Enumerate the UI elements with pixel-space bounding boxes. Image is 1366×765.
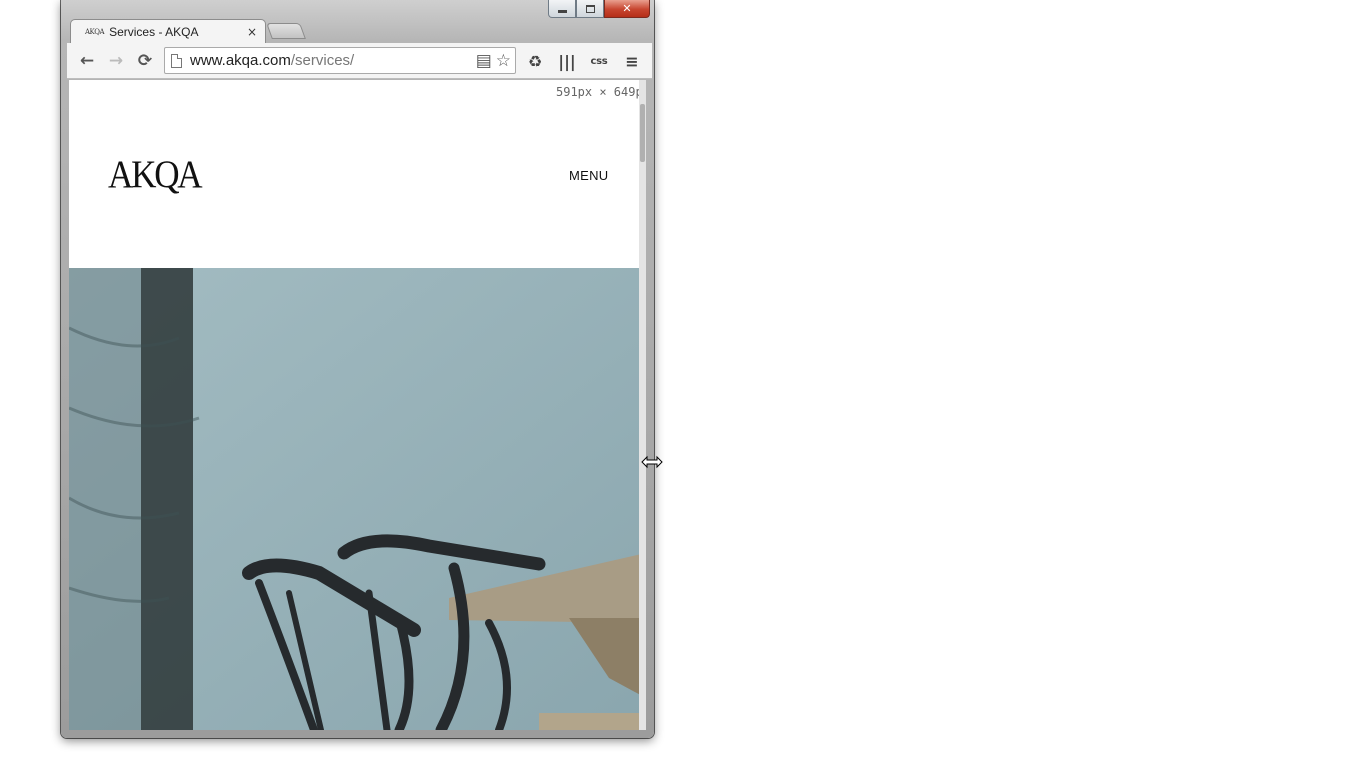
table-bench xyxy=(539,713,646,730)
minimize-icon xyxy=(557,10,567,13)
forward-arrow-icon: → xyxy=(108,51,124,71)
hero-pillar xyxy=(141,268,193,730)
columns-extension-button[interactable]: ||| xyxy=(556,49,578,73)
reader-mode-icon[interactable]: ▤ xyxy=(476,51,492,71)
viewport-size-readout: 591px × 649p xyxy=(556,85,643,99)
url-host: www.akqa.com xyxy=(190,52,291,69)
maximize-icon xyxy=(585,4,595,13)
menu-button[interactable]: MENU xyxy=(569,168,608,183)
akqa-favicon-icon: AKQA xyxy=(85,28,105,36)
new-tab-button[interactable] xyxy=(266,23,306,39)
window-controls: ✕ xyxy=(548,0,650,19)
akqa-logo[interactable]: AKQA xyxy=(108,152,203,197)
browser-toolbar: ← → ⟳ www.akqa.com/services/ ▤ ☆ ♻ ||| c… xyxy=(67,43,652,79)
url-path: /services/ xyxy=(290,52,355,69)
hamburger-menu-icon: ≡ xyxy=(625,51,639,71)
close-window-button[interactable]: ✕ xyxy=(604,0,650,18)
tab-title: Services - AKQA xyxy=(109,25,199,39)
browser-tab[interactable]: AKQA Services - AKQA × xyxy=(70,19,266,44)
omnibox-actions: ▤ ☆ xyxy=(476,51,511,71)
recycle-extension-button[interactable]: ♻ xyxy=(524,49,546,73)
back-arrow-icon: ← xyxy=(79,51,95,71)
recycle-icon: ♻ xyxy=(527,51,543,71)
columns-icon: ||| xyxy=(558,51,576,71)
bookmark-star-icon[interactable]: ☆ xyxy=(496,51,511,71)
tab-close-icon[interactable]: × xyxy=(247,25,257,39)
hero-image xyxy=(69,268,646,730)
browser-window: ✕ AKQA Services - AKQA × ← → ⟳ www.akqa.… xyxy=(61,0,654,738)
minimize-button[interactable] xyxy=(548,0,576,18)
css-icon: css xyxy=(590,55,608,67)
vertical-scrollbar[interactable] xyxy=(639,80,646,730)
forward-button[interactable]: → xyxy=(104,49,128,73)
browser-menu-button[interactable]: ≡ xyxy=(621,49,643,73)
horizontal-resize-cursor-icon xyxy=(641,455,663,469)
back-button[interactable]: ← xyxy=(75,49,99,73)
css-extension-button[interactable]: css xyxy=(588,49,610,73)
scrollbar-thumb[interactable] xyxy=(640,104,645,162)
page-viewport: 591px × 649p AKQA MENU xyxy=(69,80,646,730)
page-icon xyxy=(171,53,182,68)
reload-button[interactable]: ⟳ xyxy=(133,49,157,73)
maximize-button[interactable] xyxy=(576,0,604,18)
close-icon: ✕ xyxy=(622,2,632,15)
address-bar[interactable]: www.akqa.com/services/ ▤ ☆ xyxy=(164,47,516,74)
reload-icon: ⟳ xyxy=(137,51,153,71)
hero-shadow-left xyxy=(69,268,141,730)
